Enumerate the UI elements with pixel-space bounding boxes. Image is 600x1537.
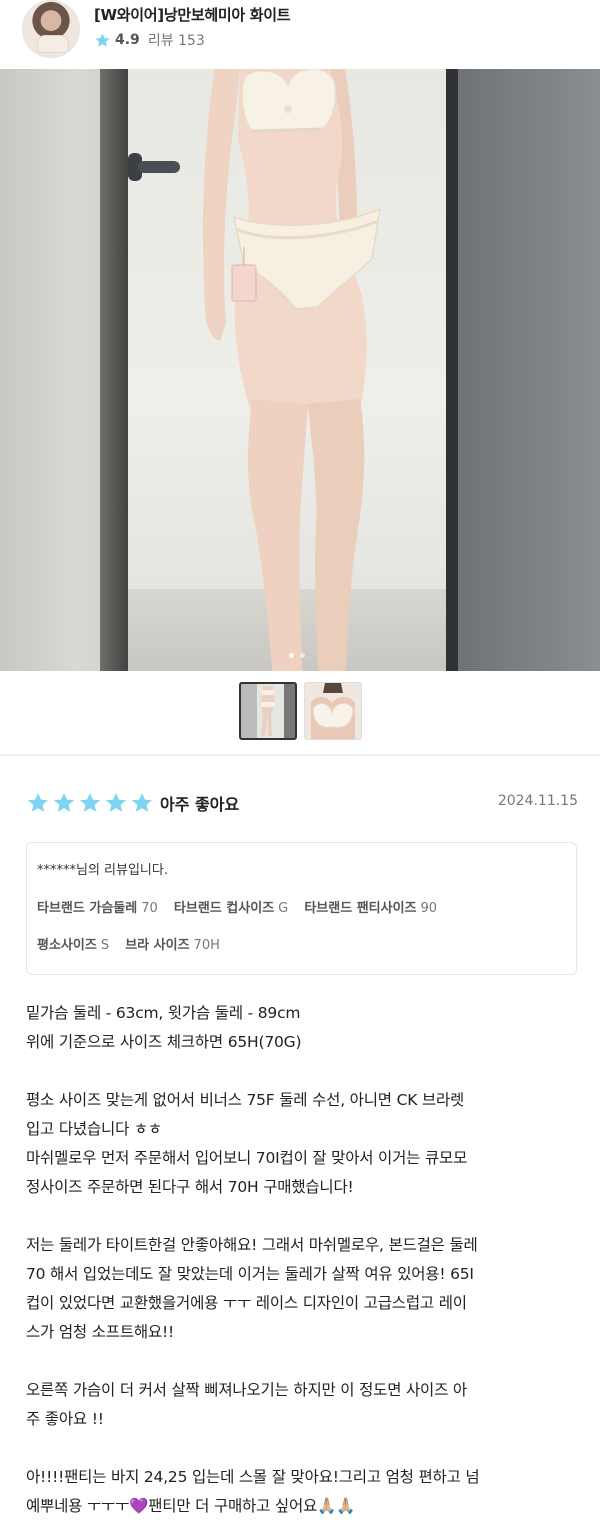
carousel-dot-1[interactable] [289,653,294,658]
review-photo[interactable] [0,69,600,671]
product-avatar[interactable] [22,0,80,58]
review-paragraph: 평소 사이즈 맞는게 없어서 비너스 75F 둘레 수선, 아니면 CK 브라렛… [26,1091,468,1196]
star-icon [28,793,48,812]
spec-usual-size: 평소사이즈 S [37,938,109,953]
spec-value: G [278,901,289,916]
thumbnail-full-body[interactable] [239,682,297,740]
review-body: 밑가슴 둘레 - 63cm, 윗가슴 둘레 - 89cm 위에 기준으로 사이즈… [26,999,582,1521]
star-icon [132,793,152,812]
review-header: 아주 좋아요 2024.11.15 [26,789,582,817]
star-icon [106,793,126,812]
spec-value: S [100,938,110,953]
star-icon [95,32,110,47]
reviewer-info-box: ******님의 리뷰입니다. 타브랜드 가슴둘레 70 타브랜드 컵사이즈 G 타… [26,842,577,975]
review-stars [26,791,154,815]
review-paragraph: 오른쪽 가슴이 더 커서 살짝 삐져나오기는 하지만 이 정도면 사이즈 아 주… [26,1381,467,1428]
carousel-dot-2[interactable] [300,653,305,658]
spec-value: 90 [420,901,438,916]
model-figure [203,69,381,671]
product-rating: 4.9 리뷰 153 [94,30,205,50]
star-icon [54,793,74,812]
spec-label: 평소사이즈 [37,938,97,953]
spec-value: 70H [193,938,220,953]
thumbnail-strip [0,682,600,742]
review-date: 2024.11.15 [497,793,578,809]
product-title[interactable]: [W와이어]낭만보헤미아 화이트 [94,4,291,25]
spec-label: 브라 사이즈 [125,938,190,953]
review-count: 리뷰 153 [147,33,205,49]
product-header[interactable]: [W와이어]낭만보헤미아 화이트 4.9 리뷰 153 [0,0,600,70]
spec-label: 타브랜드 가슴둘레 [37,901,138,916]
thumbnail-bra-closeup[interactable] [304,682,362,740]
spec-row: 타브랜드 가슴둘레 70 타브랜드 컵사이즈 G 타브랜드 팬티사이즈 90 [37,897,449,916]
spec-other-brand-cup: 타브랜드 컵사이즈 G [174,901,288,916]
spec-bra-size: 브라 사이즈 70H [125,938,220,953]
thumbnail-full-body-image [260,686,275,736]
review-paragraph: 아!!!!팬티는 바지 24,25 입는데 스몰 잘 맞아요!그리고 엄청 편하… [26,1468,480,1515]
carousel-dots[interactable] [289,653,305,658]
spec-value: 70 [141,901,158,916]
reviewer-line: ******님의 리뷰입니다. [37,863,168,878]
review-verdict: 아주 좋아요 [160,795,240,814]
review-paragraph: 저는 둘레가 타이트한걸 안좋아해요! 그래서 마쉬멜로우, 본드걸은 둘레 7… [26,1236,478,1341]
star-icon [80,793,100,812]
section-divider [0,754,600,756]
thumbnail-bra-closeup-image [311,683,355,739]
spec-other-brand-band: 타브랜드 가슴둘레 70 [37,901,158,916]
spec-label: 타브랜드 컵사이즈 [173,901,275,916]
spec-label: 타브랜드 팬티사이즈 [304,901,417,916]
spec-row: 평소사이즈 S 브라 사이즈 70H [37,934,232,953]
spec-other-brand-panty: 타브랜드 팬티사이즈 90 [304,901,437,916]
rating-value: 4.9 [115,32,140,48]
review-paragraph: 밑가슴 둘레 - 63cm, 윗가슴 둘레 - 89cm 위에 기준으로 사이즈… [26,1004,302,1051]
